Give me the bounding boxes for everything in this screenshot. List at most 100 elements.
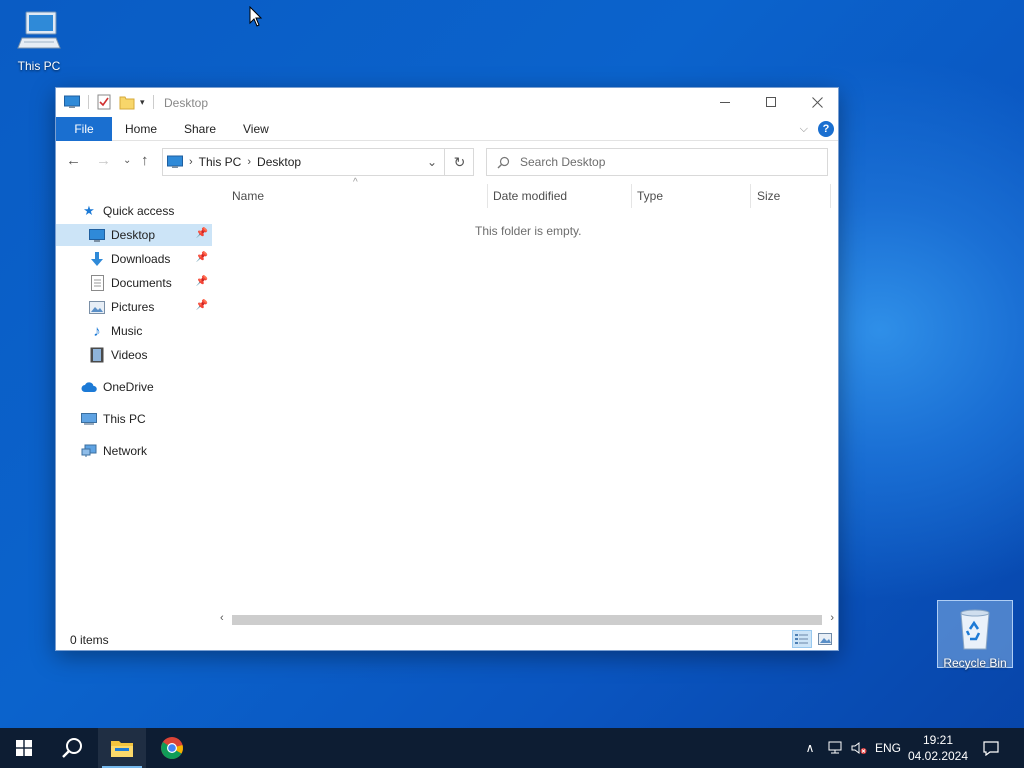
nav-item-desktop[interactable]: Desktop 📌 — [56, 224, 212, 246]
volume-tray-button[interactable] — [848, 728, 870, 768]
recent-locations-icon[interactable]: ⌄ — [123, 155, 131, 166]
nav-label: Quick access — [103, 204, 175, 218]
title-bar[interactable]: ▾ Desktop — [56, 88, 838, 116]
tab-view[interactable]: View — [243, 117, 269, 141]
address-dropdown-icon[interactable]: ⌄ — [427, 155, 437, 169]
nav-label: This PC — [103, 412, 146, 426]
network-tray-button[interactable] — [824, 728, 848, 768]
monitor-icon — [167, 155, 183, 168]
search-box[interactable] — [486, 148, 828, 176]
nav-label: Pictures — [111, 300, 155, 314]
ribbon-tabs: File Home Share View ⌵ ? — [56, 117, 838, 141]
column-header-name[interactable]: Name — [232, 180, 264, 212]
close-button[interactable] — [794, 88, 840, 116]
maximize-icon — [766, 97, 776, 107]
large-icons-view-icon — [818, 633, 832, 645]
address-bar[interactable]: › This PC › Desktop ⌄ — [162, 148, 474, 176]
nav-item-documents[interactable]: Documents 📌 — [56, 272, 212, 294]
taskbar-file-explorer[interactable] — [98, 728, 146, 768]
chevron-up-icon: ∧ — [805, 741, 815, 755]
clock[interactable]: 19:21 04.02.2024 — [906, 732, 970, 764]
folder-icon — [111, 741, 133, 757]
pictures-icon — [88, 299, 106, 315]
nav-item-pictures[interactable]: Pictures 📌 — [56, 296, 212, 318]
column-divider[interactable] — [830, 184, 831, 208]
minimize-icon — [720, 101, 730, 103]
column-divider[interactable] — [750, 184, 751, 208]
chrome-icon — [161, 737, 183, 759]
nav-quick-access[interactable]: ★ Quick access — [80, 200, 210, 222]
cloud-icon — [80, 379, 98, 395]
desktop-icon-label: Recycle Bin — [943, 656, 1007, 670]
taskbar-chrome[interactable] — [148, 728, 196, 768]
details-view-button[interactable] — [792, 630, 812, 648]
breadcrumb-this-pc[interactable]: This PC — [199, 155, 242, 169]
input-language-button[interactable]: ENG — [872, 728, 904, 768]
desktop-icon-recycle-bin[interactable]: Recycle Bin — [937, 600, 1013, 670]
scroll-left-icon[interactable]: ‹ — [220, 612, 224, 624]
desktop-icon-label: This PC — [17, 59, 61, 73]
forward-button[interactable]: → — [96, 152, 111, 169]
column-header-date-modified[interactable]: Date modified — [493, 180, 567, 212]
documents-icon — [88, 275, 106, 291]
tab-file[interactable]: File — [56, 117, 112, 141]
properties-icon[interactable] — [97, 94, 111, 110]
help-icon[interactable]: ? — [818, 121, 834, 137]
recycle-bin-icon — [960, 609, 990, 650]
back-button[interactable]: ← — [66, 152, 81, 169]
maximize-button[interactable] — [748, 88, 794, 116]
nav-this-pc[interactable]: This PC — [80, 408, 210, 430]
videos-icon — [88, 347, 106, 363]
mouse-cursor-icon — [249, 6, 263, 27]
desktop-icon — [88, 227, 106, 243]
minimize-button[interactable] — [702, 88, 748, 116]
monitor-icon — [64, 95, 80, 108]
nav-label: Desktop — [111, 228, 156, 242]
nav-onedrive[interactable]: OneDrive — [80, 376, 210, 398]
file-list[interactable]: ^ Name Date modified Type Size This fold… — [213, 177, 838, 616]
nav-label: Music — [111, 324, 143, 338]
column-header-type[interactable]: Type — [637, 180, 663, 212]
scroll-right-icon[interactable]: › — [830, 612, 834, 624]
status-bar: 0 items — [56, 628, 838, 650]
nav-item-music[interactable]: ♪ Music — [56, 320, 212, 342]
nav-label: OneDrive — [103, 380, 154, 394]
file-explorer-window[interactable]: ▾ Desktop File Home Share View ⌵ ? ← → ⌄… — [55, 87, 839, 651]
start-button[interactable] — [0, 728, 48, 768]
details-view-icon — [795, 634, 808, 644]
breadcrumb-desktop[interactable]: Desktop — [257, 155, 301, 169]
desktop-icon-this-pc[interactable]: This PC — [1, 8, 77, 73]
column-divider[interactable] — [487, 184, 488, 208]
show-hidden-icons-button[interactable]: ∧ — [800, 728, 820, 768]
quick-access-toolbar: ▾ — [64, 94, 154, 110]
sort-ascending-icon: ^ — [353, 177, 358, 188]
tab-share[interactable]: Share — [184, 117, 216, 141]
up-button[interactable]: ↑ — [141, 152, 149, 169]
notifications-button[interactable] — [976, 728, 1006, 768]
item-count: 0 items — [70, 633, 109, 647]
column-header-size[interactable]: Size — [757, 180, 780, 212]
nav-network[interactable]: Network — [80, 440, 210, 462]
toolbar-divider — [88, 95, 89, 109]
search-button[interactable] — [48, 728, 96, 768]
expand-ribbon-icon[interactable]: ⌵ — [800, 123, 808, 136]
nav-label: Network — [103, 444, 148, 458]
chevron-right-icon[interactable]: › — [189, 156, 193, 168]
star-icon: ★ — [83, 203, 95, 218]
tab-home[interactable]: Home — [125, 117, 157, 141]
horizontal-scrollbar[interactable]: ‹ › — [216, 612, 838, 628]
taskbar: ∧ ENG 19:21 04.02.2024 — [0, 728, 1024, 768]
computer-icon — [17, 11, 61, 49]
large-icons-view-button[interactable] — [815, 630, 835, 648]
column-divider[interactable] — [631, 184, 632, 208]
nav-item-videos[interactable]: Videos — [56, 344, 212, 366]
nav-item-downloads[interactable]: Downloads 📌 — [56, 248, 212, 270]
refresh-button[interactable]: ↻ — [444, 148, 474, 176]
navigation-pane: ★ Quick access Desktop 📌 Downloads 📌 Doc… — [56, 192, 212, 622]
search-input[interactable] — [520, 155, 800, 169]
volume-muted-icon — [851, 742, 867, 754]
customize-toolbar-icon[interactable]: ▾ — [140, 97, 145, 108]
new-folder-icon[interactable] — [119, 94, 135, 110]
scrollbar-thumb[interactable] — [232, 615, 822, 625]
chevron-right-icon[interactable]: › — [247, 156, 251, 168]
